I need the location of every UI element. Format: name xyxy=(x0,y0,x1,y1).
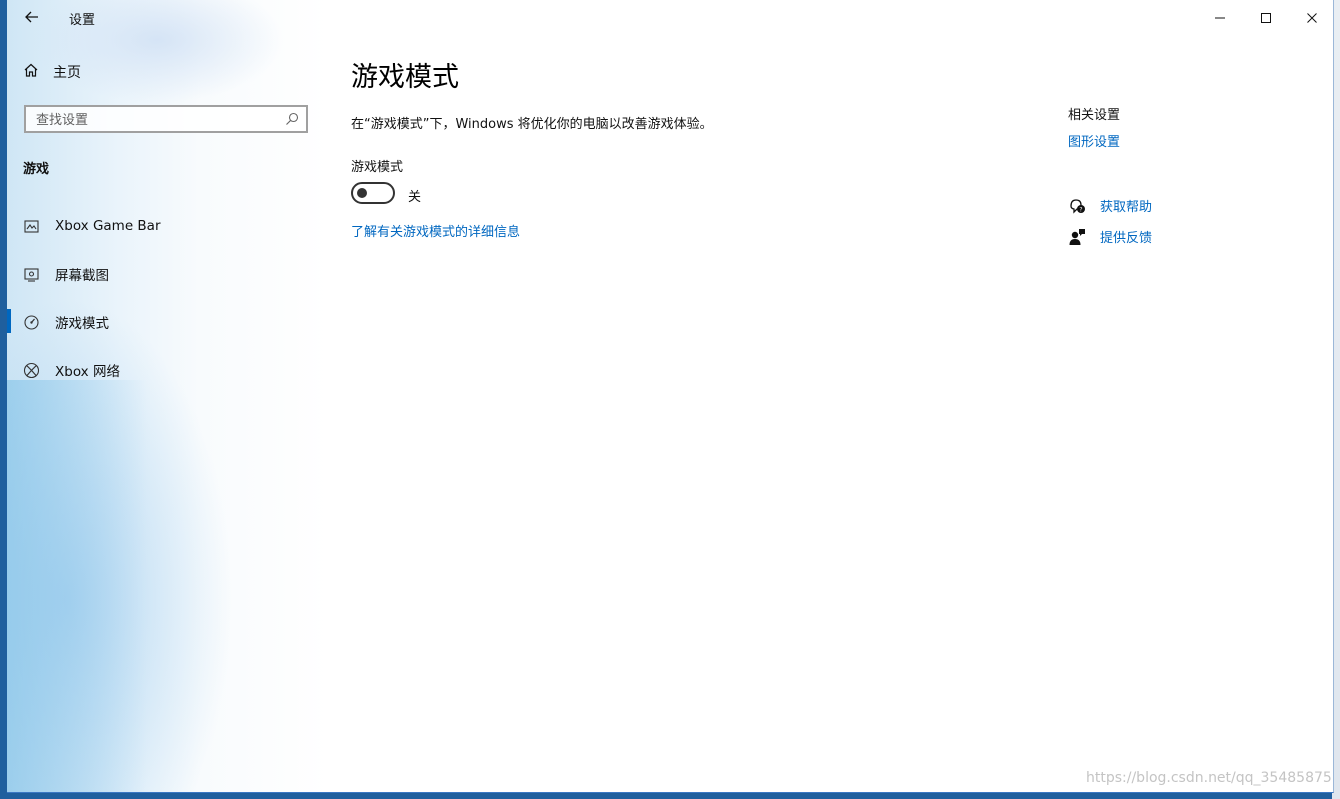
sidebar: 设置 主页 游戏 Xbox Game Bar 屏幕截图 xyxy=(7,0,328,792)
sidebar-item-label: 屏幕截图 xyxy=(55,268,109,284)
close-icon xyxy=(1307,13,1317,23)
back-arrow-icon xyxy=(25,11,38,23)
sidebar-item-xbox-network[interactable]: Xbox 网络 xyxy=(23,358,120,382)
game-bar-icon xyxy=(23,218,40,235)
feedback-link[interactable]: 提供反馈 xyxy=(1068,227,1152,246)
maximize-icon xyxy=(1261,13,1271,23)
section-title: 游戏 xyxy=(23,162,50,177)
sidebar-item-xbox-game-bar[interactable]: Xbox Game Bar xyxy=(23,214,161,238)
search-icon[interactable] xyxy=(284,111,300,127)
selected-indicator xyxy=(7,309,11,333)
get-help-label: 获取帮助 xyxy=(1100,200,1153,215)
learn-more-link[interactable]: 了解有关游戏模式的详细信息 xyxy=(351,221,520,240)
toggle-label: 游戏模式 xyxy=(351,160,404,175)
minimize-icon xyxy=(1215,17,1225,19)
search-box[interactable] xyxy=(24,105,308,133)
toggle-state: 关 xyxy=(408,190,422,205)
sidebar-item-label: 游戏模式 xyxy=(55,316,109,332)
sidebar-item-home[interactable]: 主页 xyxy=(23,62,81,82)
get-help-link[interactable]: ? 获取帮助 xyxy=(1068,196,1152,215)
app-title: 设置 xyxy=(69,13,96,28)
game-mode-icon xyxy=(23,314,40,331)
feedback-label: 提供反馈 xyxy=(1100,231,1153,246)
graphics-settings-link[interactable]: 图形设置 xyxy=(1068,131,1120,150)
close-button[interactable] xyxy=(1302,8,1322,28)
sidebar-item-label: Xbox 网络 xyxy=(55,364,120,380)
game-mode-toggle[interactable] xyxy=(351,182,395,204)
feedback-person-icon xyxy=(1068,228,1086,246)
page-description: 在“游戏模式”下，Windows 将优化你的电脑以改善游戏体验。 xyxy=(351,117,713,132)
svg-text:?: ? xyxy=(1079,206,1082,213)
search-input[interactable] xyxy=(26,107,288,133)
main-content: 游戏模式 在“游戏模式”下，Windows 将优化你的电脑以改善游戏体验。 游戏… xyxy=(328,0,1333,792)
toggle-knob xyxy=(357,188,367,198)
home-icon xyxy=(23,62,39,82)
back-button[interactable] xyxy=(21,6,43,28)
related-settings-title: 相关设置 xyxy=(1068,108,1121,123)
settings-window: 设置 主页 游戏 Xbox Game Bar 屏幕截图 xyxy=(7,0,1334,793)
screenshot-icon xyxy=(23,266,40,283)
page-title: 游戏模式 xyxy=(351,62,459,93)
sidebar-item-label: Xbox Game Bar xyxy=(55,218,161,234)
sidebar-item-game-mode[interactable]: 游戏模式 xyxy=(23,310,109,334)
xbox-icon xyxy=(23,362,40,379)
minimize-button[interactable] xyxy=(1210,8,1230,28)
maximize-button[interactable] xyxy=(1256,8,1276,28)
home-label: 主页 xyxy=(53,65,81,81)
sidebar-item-screenshot[interactable]: 屏幕截图 xyxy=(23,262,109,286)
help-chat-icon: ? xyxy=(1068,197,1086,215)
watermark: https://blog.csdn.net/qq_35485875 xyxy=(1086,770,1332,786)
